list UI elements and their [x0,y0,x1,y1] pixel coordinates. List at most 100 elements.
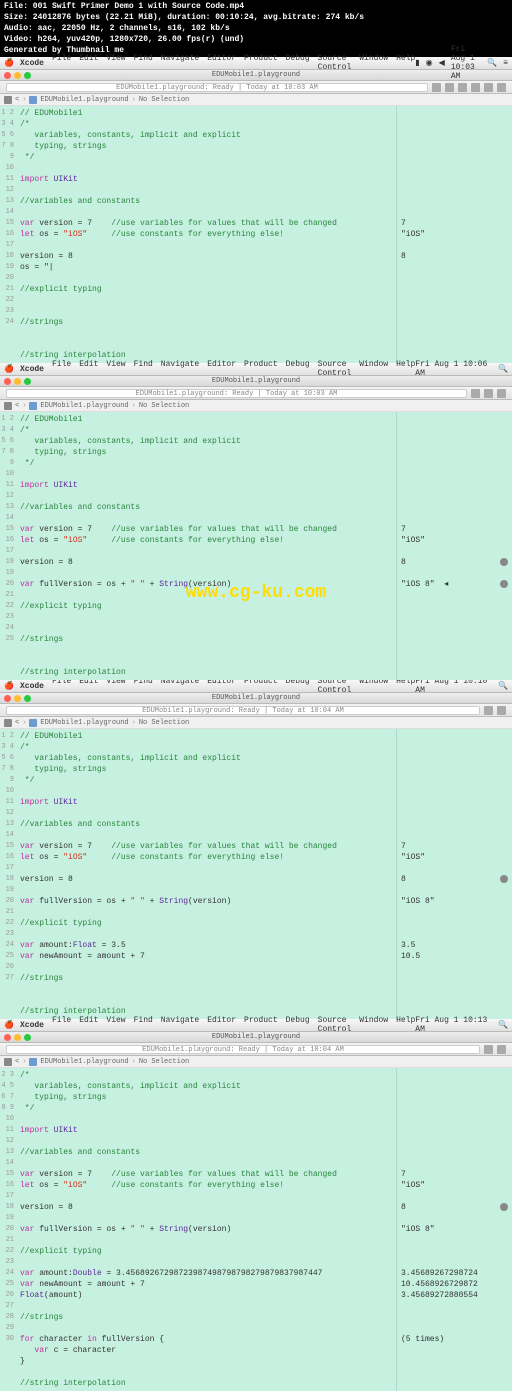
back-icon[interactable]: < [15,96,19,104]
spotlight-icon[interactable]: 🔍 [498,364,508,374]
clock-text[interactable]: Fri Aug 1 10:06 AM [415,360,492,378]
menu-product[interactable]: Product [244,54,278,72]
code-editor-4[interactable]: 2 3 4 5 6 7 8 9 10 11 12 13 14 15 16 17 … [0,1068,512,1391]
apple-icon[interactable]: 🍎 [4,1020,14,1030]
quicklook-icon[interactable] [500,580,508,588]
code-editor-3[interactable]: 1 2 3 4 5 6 7 8 9 10 11 12 13 14 15 16 1… [0,729,512,1019]
menu-editor[interactable]: Editor [207,360,236,378]
wifi-icon[interactable]: ◉ [426,58,433,68]
panel-right-icon[interactable] [497,83,506,92]
menu-debug[interactable]: Debug [286,1016,310,1034]
menu-navigate[interactable]: Navigate [161,1016,199,1034]
menu-file[interactable]: File [52,54,71,72]
menu-view[interactable]: View [106,54,125,72]
menu-edit[interactable]: Edit [79,1016,98,1034]
menu-window[interactable]: Window [359,360,388,378]
menu-view[interactable]: View [106,1016,125,1034]
breadcrumb-selection[interactable]: No Selection [139,402,189,410]
panel-bottom-icon[interactable] [484,83,493,92]
menu-help[interactable]: Help [396,1016,415,1034]
sidebar-toggle-icon[interactable] [4,96,12,104]
notification-icon[interactable]: ≡ [503,59,508,68]
minimize-icon[interactable] [14,695,21,702]
volume-icon[interactable]: ◀ [439,58,445,68]
menu-debug[interactable]: Debug [286,54,310,72]
sidebar-toggle-icon[interactable] [4,719,12,727]
panel-left-icon[interactable] [471,83,480,92]
breadcrumb-file[interactable]: EDUMobile1.playground [40,719,128,727]
code-area[interactable]: // EDUMobile1 /* variables, constants, i… [16,106,396,363]
zoom-icon[interactable] [24,695,31,702]
menu-source-control[interactable]: Source Control [318,54,352,72]
app-menu[interactable]: Xcode [20,1021,44,1030]
apple-icon[interactable]: 🍎 [4,364,14,374]
menu-file[interactable]: File [52,1016,71,1034]
spotlight-icon[interactable]: 🔍 [498,1020,508,1030]
spotlight-icon[interactable]: 🔍 [498,681,508,691]
quicklook-icon[interactable] [500,875,508,883]
editor-version-icon[interactable] [458,83,467,92]
jump-bar[interactable]: < › EDUMobile1.playground › No Selection [0,94,512,106]
quicklook-icon[interactable] [500,558,508,566]
zoom-icon[interactable] [24,378,31,385]
menu-help[interactable]: Help [396,54,415,72]
close-icon[interactable] [4,378,11,385]
breadcrumb-selection[interactable]: No Selection [139,96,189,104]
jump-bar[interactable]: < › EDUMobile1.playground › No Selection [0,400,512,412]
menu-help[interactable]: Help [396,360,415,378]
menu-window[interactable]: Window [359,54,388,72]
menu-debug[interactable]: Debug [286,360,310,378]
close-icon[interactable] [4,72,11,79]
code-area[interactable]: /* variables, constants, implicit and ex… [16,1068,396,1391]
panel-left-icon[interactable] [484,1045,493,1054]
minimize-icon[interactable] [14,1034,21,1041]
panel-bottom-icon[interactable] [484,389,493,398]
back-icon[interactable]: < [15,402,19,410]
breadcrumb-file[interactable]: EDUMobile1.playground [40,1058,128,1066]
clock-text[interactable]: Fri Aug 1 10:13 AM [415,1016,492,1034]
code-editor-2[interactable]: 1 2 3 4 5 6 7 8 9 10 11 12 13 14 15 16 1… [0,412,512,680]
menu-find[interactable]: Find [134,360,153,378]
menu-source-control[interactable]: Source Control [318,1016,352,1034]
code-area[interactable]: // EDUMobile1 /* variables, constants, i… [16,729,396,1019]
menu-product[interactable]: Product [244,360,278,378]
minimize-icon[interactable] [14,378,21,385]
quicklook-icon[interactable] [500,1203,508,1211]
breadcrumb-selection[interactable]: No Selection [139,1058,189,1066]
menu-view[interactable]: View [106,360,125,378]
menu-window[interactable]: Window [359,1016,388,1034]
menu-product[interactable]: Product [244,1016,278,1034]
panel-left-icon[interactable] [484,706,493,715]
jump-bar[interactable]: < › EDUMobile1.playground › No Selection [0,1056,512,1068]
back-icon[interactable]: < [15,719,19,727]
editor-assistant-icon[interactable] [445,83,454,92]
menu-edit[interactable]: Edit [79,360,98,378]
code-editor-1[interactable]: 1 2 3 4 5 6 7 8 9 10 11 12 13 14 15 16 1… [0,106,512,363]
sidebar-toggle-icon[interactable] [4,402,12,410]
spotlight-icon[interactable]: 🔍 [487,58,497,68]
apple-icon[interactable]: 🍎 [4,58,14,68]
back-icon[interactable]: < [15,1058,19,1066]
code-area[interactable]: // EDUMobile1 /* variables, constants, i… [16,412,396,680]
app-menu[interactable]: Xcode [20,59,44,68]
minimize-icon[interactable] [14,72,21,79]
zoom-icon[interactable] [24,72,31,79]
apple-icon[interactable]: 🍎 [4,681,14,691]
battery-icon[interactable]: ▮ [415,58,419,68]
menu-find[interactable]: Find [134,1016,153,1034]
panel-right-icon[interactable] [497,1045,506,1054]
zoom-icon[interactable] [24,1034,31,1041]
panel-right-icon[interactable] [497,706,506,715]
close-icon[interactable] [4,1034,11,1041]
jump-bar[interactable]: < › EDUMobile1.playground › No Selection [0,717,512,729]
panel-left-icon[interactable] [471,389,480,398]
close-icon[interactable] [4,695,11,702]
sidebar-toggle-icon[interactable] [4,1058,12,1066]
breadcrumb-file[interactable]: EDUMobile1.playground [40,402,128,410]
menu-file[interactable]: File [52,360,71,378]
menu-source-control[interactable]: Source Control [318,360,352,378]
app-menu[interactable]: Xcode [20,682,44,691]
menu-editor[interactable]: Editor [207,1016,236,1034]
breadcrumb-selection[interactable]: No Selection [139,719,189,727]
menu-navigate[interactable]: Navigate [161,54,199,72]
